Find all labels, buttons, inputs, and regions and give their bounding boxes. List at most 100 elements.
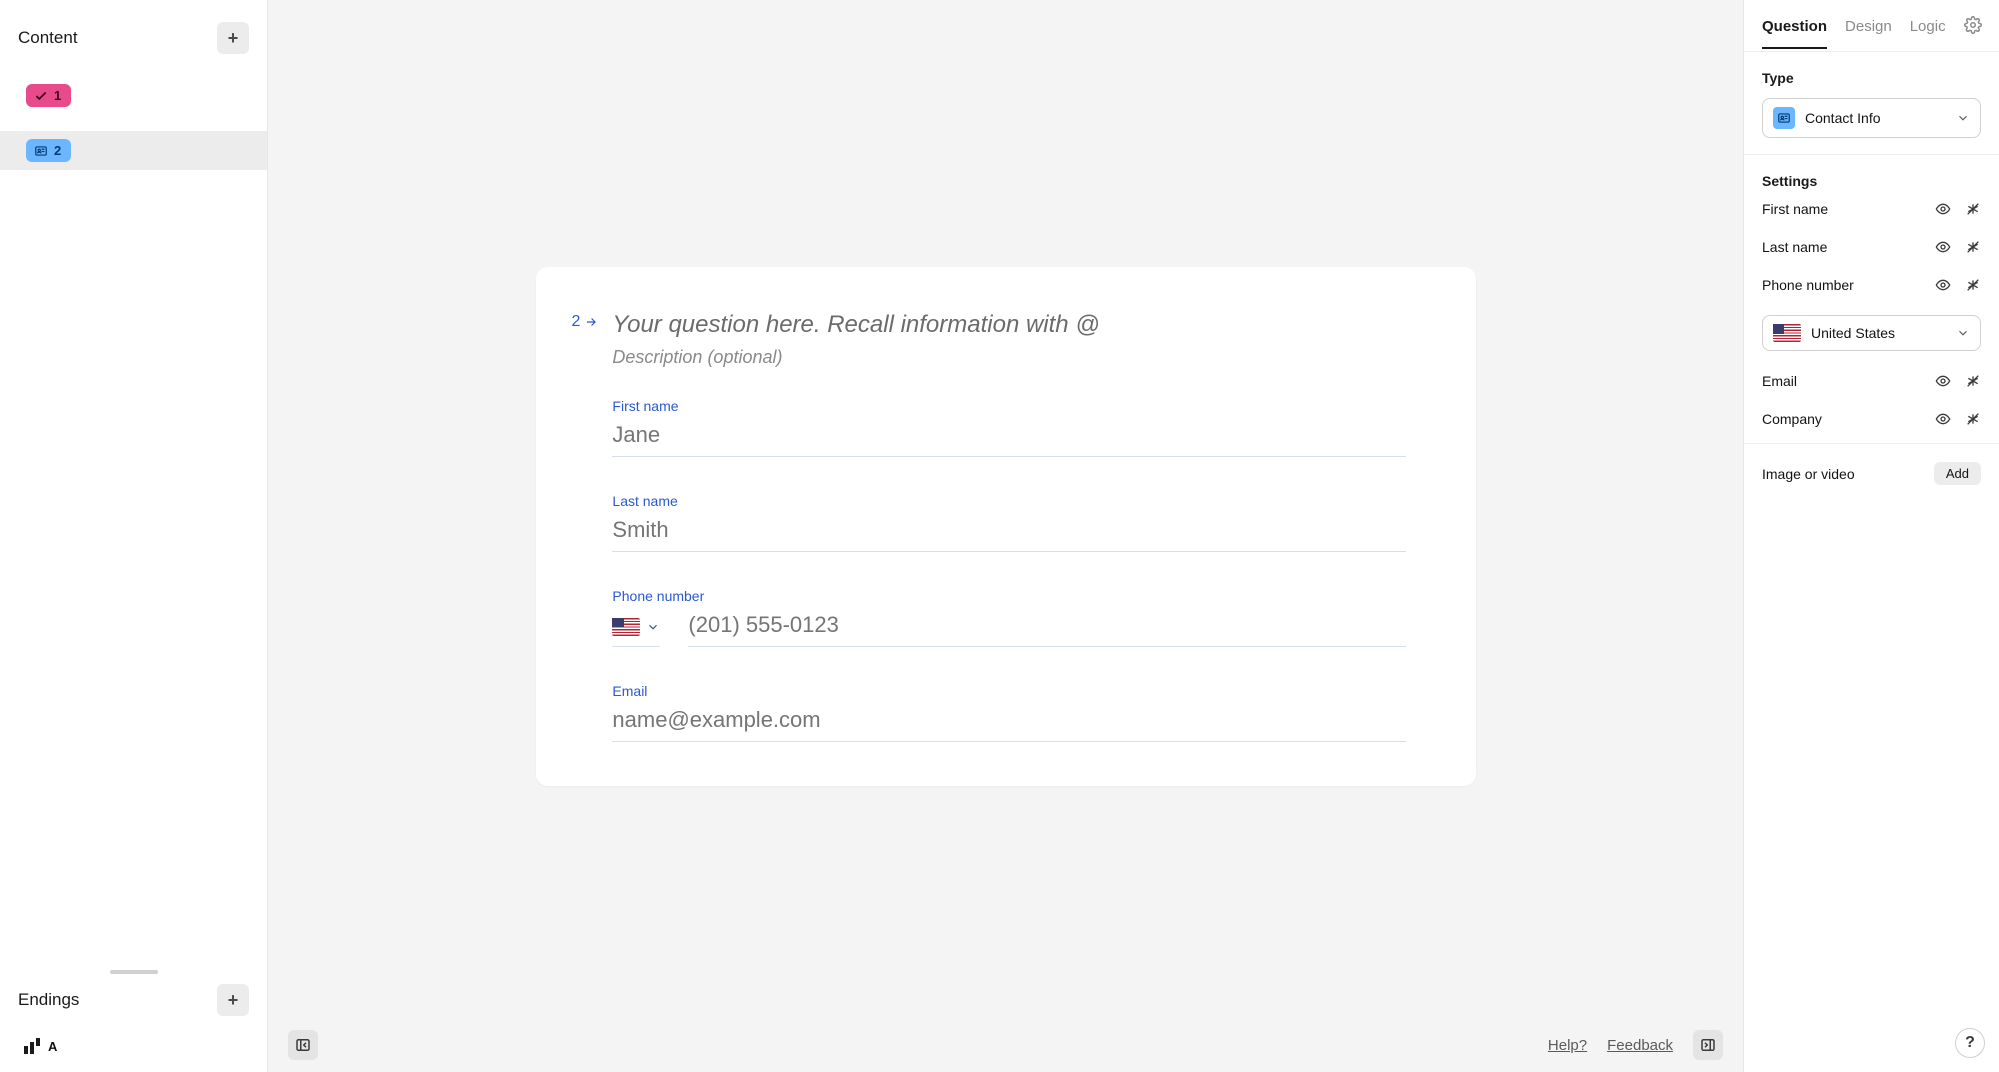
setting-email-label: Email (1762, 373, 1921, 389)
eye-icon (1935, 239, 1951, 255)
required-toggle-company[interactable] (1965, 411, 1981, 427)
panel-settings-button[interactable] (1964, 16, 1982, 51)
phone-input[interactable] (688, 608, 1405, 647)
field-phone: Phone number (612, 588, 1405, 647)
asterisk-off-icon (1965, 239, 1981, 255)
type-section: Type Contact Info (1744, 52, 1999, 155)
eye-icon (1935, 411, 1951, 427)
setting-phone-label: Phone number (1762, 277, 1921, 293)
panel-right-collapse-icon (1699, 1036, 1717, 1054)
setting-company: Company (1762, 411, 1981, 427)
last-name-input[interactable] (612, 513, 1405, 552)
add-ending-button[interactable]: + (217, 984, 249, 1016)
endings-title: Endings (18, 990, 79, 1010)
tab-design[interactable]: Design (1845, 18, 1892, 49)
canvas-footer: Help? Feedback (268, 1018, 1743, 1072)
add-question-button[interactable]: + (217, 22, 249, 54)
eye-icon (1935, 373, 1951, 389)
endings-section-header: Endings + (0, 974, 267, 1030)
first-name-input[interactable] (612, 418, 1405, 457)
collapse-right-button[interactable] (1693, 1030, 1723, 1060)
question-index-1: 1 (54, 88, 61, 103)
plus-icon: + (228, 28, 239, 49)
setting-company-label: Company (1762, 411, 1921, 427)
media-section: Image or video Add (1744, 444, 1999, 503)
ending-index: A (48, 1039, 57, 1054)
question-badge-contact: 2 (26, 139, 71, 162)
field-first-name: First name (612, 398, 1405, 457)
arrow-right-icon (584, 315, 598, 329)
question-card: 2 Your question here. Recall information… (536, 267, 1476, 786)
setting-email: Email (1762, 373, 1981, 389)
field-email: Email (612, 683, 1405, 742)
type-label: Type (1762, 70, 1981, 86)
question-index-2: 2 (54, 143, 61, 158)
contact-card-icon (1777, 111, 1791, 125)
content-title: Content (18, 28, 78, 48)
visibility-toggle-last-name[interactable] (1935, 239, 1951, 255)
asterisk-off-icon (1965, 373, 1981, 389)
flag-us-icon (1773, 324, 1801, 342)
help-fab[interactable]: ? (1955, 1028, 1985, 1058)
question-description-input[interactable]: Description (optional) (612, 347, 1405, 368)
required-toggle-last-name[interactable] (1965, 239, 1981, 255)
asterisk-off-icon (1965, 201, 1981, 217)
visibility-toggle-phone[interactable] (1935, 277, 1951, 293)
ending-icon (24, 1038, 40, 1054)
right-panel: Question Design Logic Type Contact Info … (1743, 0, 1999, 1072)
collapse-left-button[interactable] (288, 1030, 318, 1060)
last-name-label: Last name (612, 493, 1405, 509)
question-badge-welcome: 1 (26, 84, 71, 107)
feedback-link[interactable]: Feedback (1607, 1037, 1673, 1054)
contact-card-icon (34, 144, 48, 158)
help-link[interactable]: Help? (1548, 1037, 1587, 1054)
media-label: Image or video (1762, 466, 1855, 482)
asterisk-off-icon (1965, 411, 1981, 427)
gear-icon (1964, 16, 1982, 34)
email-label: Email (612, 683, 1405, 699)
visibility-toggle-company[interactable] (1935, 411, 1951, 427)
settings-section: Settings First name Last name (1744, 155, 1999, 444)
question-type-select[interactable]: Contact Info (1762, 98, 1981, 138)
chevron-down-icon (1956, 326, 1970, 340)
flag-us-icon (612, 618, 640, 636)
visibility-toggle-first-name[interactable] (1935, 201, 1951, 217)
default-country-select[interactable]: United States (1762, 315, 1981, 351)
settings-label: Settings (1762, 173, 1981, 189)
tab-question[interactable]: Question (1762, 18, 1827, 49)
required-toggle-email[interactable] (1965, 373, 1981, 389)
chevron-down-icon (646, 620, 660, 634)
required-toggle-phone[interactable] (1965, 277, 1981, 293)
question-number: 2 (572, 313, 599, 331)
contact-type-icon (1773, 107, 1795, 129)
first-name-label: First name (612, 398, 1405, 414)
check-icon (34, 89, 48, 103)
canvas-area: 2 Your question here. Recall information… (268, 0, 1743, 1072)
email-input[interactable] (612, 703, 1405, 742)
chevron-down-icon (1956, 111, 1970, 125)
right-panel-tabs: Question Design Logic (1744, 0, 1999, 52)
question-title-input[interactable]: Your question here. Recall information w… (612, 311, 1405, 339)
tab-logic[interactable]: Logic (1910, 18, 1946, 49)
plus-icon: + (228, 990, 239, 1011)
add-media-button[interactable]: Add (1934, 462, 1981, 485)
left-sidebar: Content + 1 2 Endings + (0, 0, 268, 1072)
eye-icon (1935, 277, 1951, 293)
visibility-toggle-email[interactable] (1935, 373, 1951, 389)
country-selected-value: United States (1811, 325, 1946, 341)
setting-last-name: Last name (1762, 239, 1981, 255)
type-selected-value: Contact Info (1805, 110, 1946, 126)
phone-label: Phone number (612, 588, 1405, 604)
phone-country-select[interactable] (612, 618, 660, 647)
panel-left-collapse-icon (294, 1036, 312, 1054)
question-item-1[interactable]: 1 (18, 76, 257, 115)
field-last-name: Last name (612, 493, 1405, 552)
content-section-header: Content + (0, 0, 267, 72)
setting-phone: Phone number (1762, 277, 1981, 293)
setting-first-name-label: First name (1762, 201, 1921, 217)
eye-icon (1935, 201, 1951, 217)
question-item-2[interactable]: 2 (0, 131, 267, 170)
required-toggle-first-name[interactable] (1965, 201, 1981, 217)
setting-first-name: First name (1762, 201, 1981, 217)
ending-item-a[interactable]: A (18, 1034, 267, 1058)
